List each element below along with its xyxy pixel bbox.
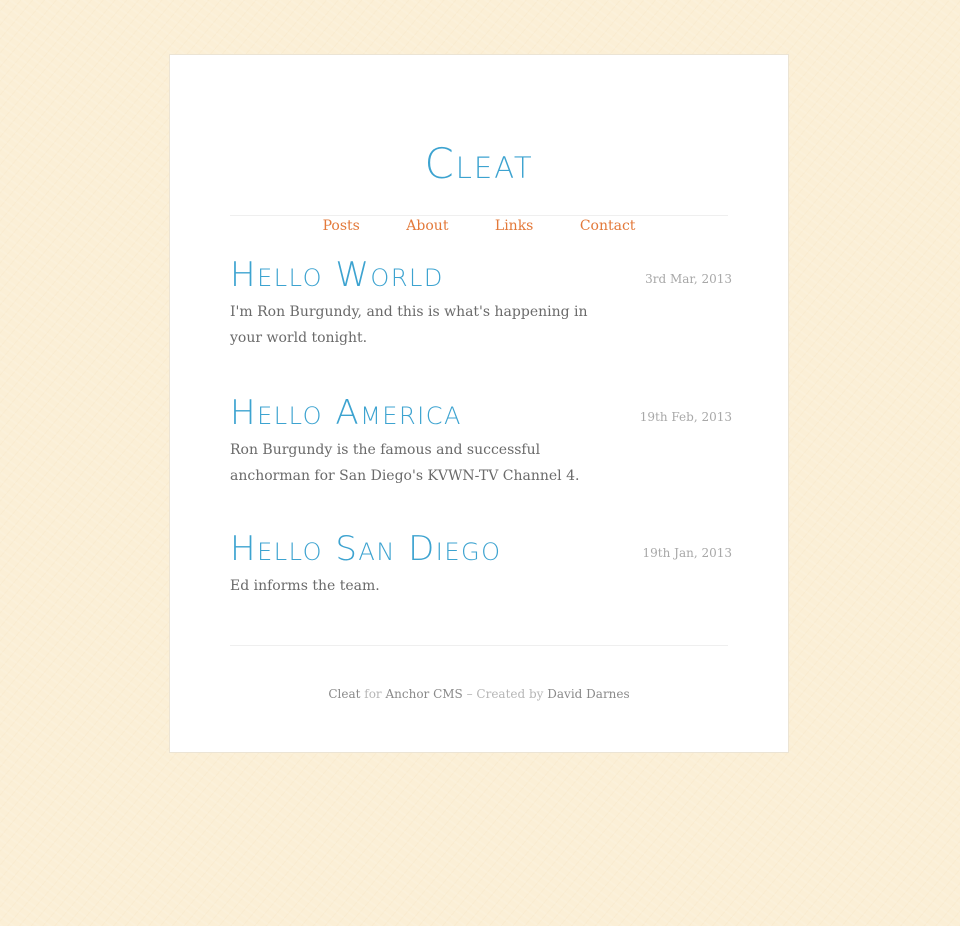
post-date: 19th Feb, 2013	[639, 410, 732, 424]
footer-author-link[interactable]: David Darnes	[547, 687, 629, 701]
main-card: Cleat Posts About Links Contact Hello Wo…	[169, 54, 789, 753]
post-date: 3rd Mar, 2013	[645, 272, 732, 286]
post-excerpt: I'm Ron Burgundy, and this is what's hap…	[230, 304, 588, 346]
post-date: 19th Jan, 2013	[642, 546, 733, 560]
footer-divider	[230, 645, 728, 646]
nav-links-link[interactable]: Links	[495, 218, 533, 234]
footer-created-text: – Created by	[462, 687, 548, 701]
header-divider	[230, 215, 728, 216]
post-excerpt: Ed informs the team.	[230, 578, 380, 594]
nav-contact-link[interactable]: Contact	[580, 218, 636, 234]
post-item: Hello World 3rd Mar, 2013 I'm Ron Burgun…	[230, 255, 732, 351]
footer-for-text: for	[360, 687, 386, 701]
site-title[interactable]: Cleat	[170, 137, 788, 191]
footer-cms-link[interactable]: Anchor CMS	[385, 687, 462, 701]
post-item: Hello America 19th Feb, 2013 Ron Burgund…	[230, 393, 732, 489]
site-footer: Cleat for Anchor CMS – Created by David …	[170, 687, 788, 701]
footer-theme-link[interactable]: Cleat	[328, 687, 360, 701]
post-item: Hello San Diego 19th Jan, 2013 Ed inform…	[230, 529, 732, 599]
main-nav: Posts About Links Contact	[170, 218, 788, 234]
nav-posts-link[interactable]: Posts	[323, 218, 360, 234]
post-excerpt: Ron Burgundy is the famous and successfu…	[230, 442, 580, 484]
nav-about-link[interactable]: About	[406, 218, 448, 234]
